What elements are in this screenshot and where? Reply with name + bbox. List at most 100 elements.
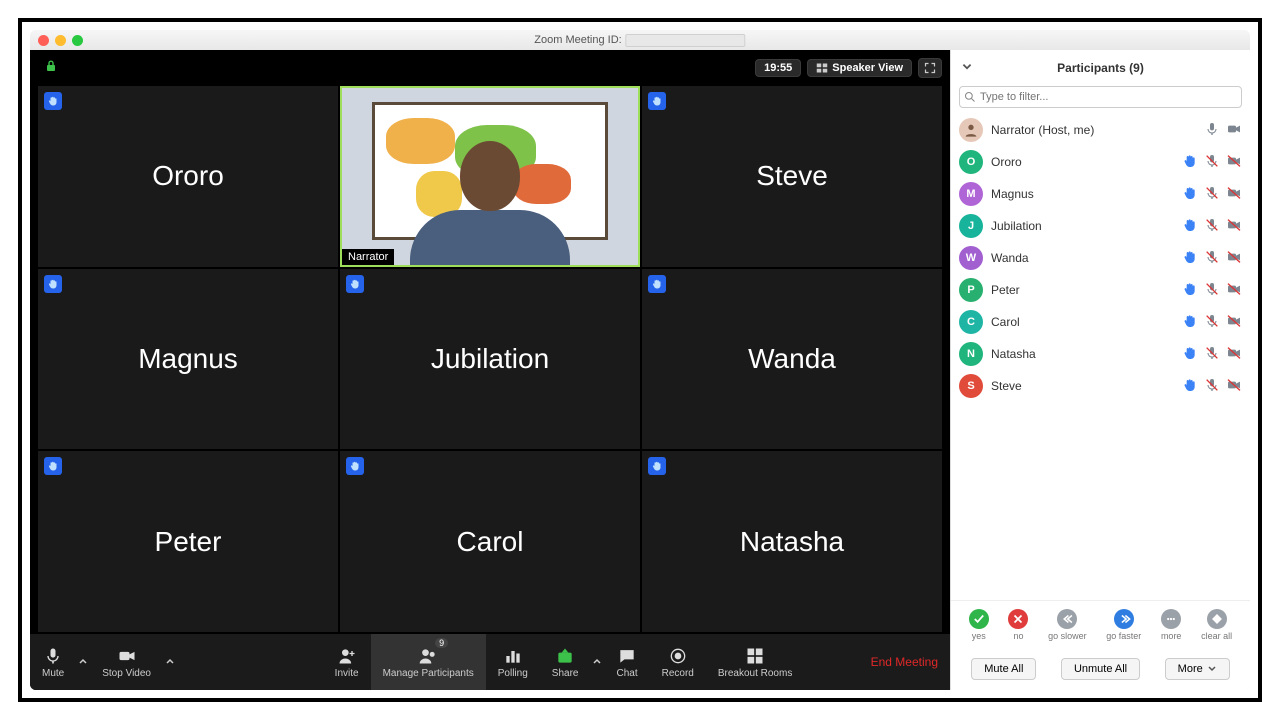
participant-name: Wanda — [991, 251, 1174, 265]
avatar — [959, 118, 983, 142]
camera-icon — [1226, 281, 1242, 300]
mute-options-button[interactable] — [76, 634, 90, 690]
avatar: M — [959, 182, 983, 206]
participant-name: Steve — [991, 379, 1174, 393]
participant-row[interactable]: M Magnus — [959, 178, 1242, 210]
raised-hand-icon — [1182, 185, 1198, 204]
participant-filter-input[interactable] — [959, 86, 1242, 108]
avatar: J — [959, 214, 983, 238]
tile-participant-name: Magnus — [138, 343, 238, 375]
tile-participant-name: Ororo — [152, 160, 224, 192]
video-options-button[interactable] — [163, 634, 177, 690]
participant-row[interactable]: SSteve — [959, 370, 1242, 402]
reaction-clear-all-button[interactable]: clear all — [1201, 609, 1232, 641]
video-tile[interactable]: Magnus — [38, 269, 338, 450]
camera-icon — [1226, 313, 1242, 332]
window-title: Zoom Meeting ID: — [534, 34, 621, 46]
avatar: N — [959, 342, 983, 366]
mic-icon — [1204, 345, 1220, 364]
raised-hand-icon — [1182, 345, 1198, 364]
camera-icon — [1226, 249, 1242, 268]
avatar: C — [959, 310, 983, 334]
participant-name: Peter — [991, 283, 1174, 297]
tile-name-badge: Narrator — [342, 249, 394, 265]
reaction-go-faster-button[interactable]: go faster — [1106, 609, 1141, 641]
video-tile[interactable]: Carol — [340, 451, 640, 632]
record-button[interactable]: Record — [650, 634, 706, 690]
video-tile[interactable]: Steve — [642, 86, 942, 267]
maximize-window-button[interactable] — [72, 35, 83, 46]
raised-hand-icon — [44, 457, 62, 475]
panel-title: Participants (9) — [1057, 61, 1144, 75]
raised-hand-icon — [648, 275, 666, 293]
participant-row[interactable]: WWanda — [959, 242, 1242, 274]
mic-icon — [1204, 153, 1220, 172]
participant-name: Ororo — [991, 155, 1174, 169]
camera-icon — [1226, 217, 1242, 236]
fullscreen-button[interactable] — [918, 58, 942, 78]
raised-hand-icon — [346, 275, 364, 293]
participant-row[interactable]: C Carol — [959, 306, 1242, 338]
camera-icon — [1226, 153, 1242, 172]
mute-all-button[interactable]: Mute All — [971, 658, 1036, 680]
mic-icon — [1204, 249, 1220, 268]
unmute-all-button[interactable]: Unmute All — [1061, 658, 1140, 680]
video-tile[interactable]: Narrator — [340, 86, 640, 267]
raised-hand-icon — [648, 457, 666, 475]
participant-row[interactable]: Narrator (Host, me) — [959, 114, 1242, 146]
camera-icon — [1226, 121, 1242, 140]
participant-row[interactable]: P Peter — [959, 274, 1242, 306]
raised-hand-icon — [44, 92, 62, 110]
video-tile[interactable]: Peter — [38, 451, 338, 632]
mic-icon — [1204, 185, 1220, 204]
mic-icon — [1204, 377, 1220, 396]
meeting-id-field — [626, 34, 746, 47]
tile-participant-name: Carol — [457, 526, 524, 558]
speaker-view-button[interactable]: Speaker View — [807, 59, 912, 77]
reaction-yes-button[interactable]: yes — [969, 609, 989, 641]
polling-button[interactable]: Polling — [486, 634, 540, 690]
end-meeting-button[interactable]: End Meeting — [871, 655, 938, 669]
avatar: P — [959, 278, 983, 302]
participant-name: Narrator (Host, me) — [991, 123, 1196, 137]
video-tile[interactable]: Natasha — [642, 451, 942, 632]
breakout-rooms-button[interactable]: Breakout Rooms — [706, 634, 804, 690]
mic-icon — [1204, 281, 1220, 300]
stop-video-button[interactable]: Stop Video — [90, 634, 163, 690]
participant-row[interactable]: OOroro — [959, 146, 1242, 178]
camera-icon — [1226, 185, 1242, 204]
camera-icon — [1226, 345, 1242, 364]
reaction-more-button[interactable]: more — [1161, 609, 1182, 641]
participant-row[interactable]: NNatasha — [959, 338, 1242, 370]
search-icon — [964, 91, 976, 103]
share-button[interactable]: Share — [540, 634, 591, 690]
video-area: 19:55 Speaker View OroroNarratorSteveMag… — [30, 50, 950, 690]
close-window-button[interactable] — [38, 35, 49, 46]
video-tile[interactable]: Wanda — [642, 269, 942, 450]
video-tile[interactable]: Jubilation — [340, 269, 640, 450]
tile-participant-name: Peter — [155, 526, 222, 558]
participants-count-badge: 9 — [435, 638, 448, 648]
meeting-toolbar: Mute Stop Video Invite — [30, 634, 950, 690]
mic-icon — [1204, 313, 1220, 332]
reaction-no-button[interactable]: no — [1008, 609, 1028, 641]
raised-hand-icon — [1182, 281, 1198, 300]
reaction-go-slower-button[interactable]: go slower — [1048, 609, 1087, 641]
manage-participants-button[interactable]: 9 Manage Participants — [371, 634, 486, 690]
collapse-panel-button[interactable] — [961, 61, 973, 76]
camera-icon — [1226, 377, 1242, 396]
participant-name: Carol — [991, 315, 1174, 329]
video-tile[interactable]: Ororo — [38, 86, 338, 267]
view-mode-label: Speaker View — [832, 62, 903, 74]
more-button[interactable]: More — [1165, 658, 1230, 680]
mute-button[interactable]: Mute — [30, 634, 76, 690]
raised-hand-icon — [648, 92, 666, 110]
window-titlebar: Zoom Meeting ID: — [30, 30, 1250, 50]
raised-hand-icon — [1182, 217, 1198, 236]
share-options-button[interactable] — [590, 634, 604, 690]
participant-row[interactable]: JJubilation — [959, 210, 1242, 242]
chat-button[interactable]: Chat — [604, 634, 649, 690]
invite-button[interactable]: Invite — [323, 634, 371, 690]
participant-name: Magnus — [991, 187, 1174, 201]
minimize-window-button[interactable] — [55, 35, 66, 46]
